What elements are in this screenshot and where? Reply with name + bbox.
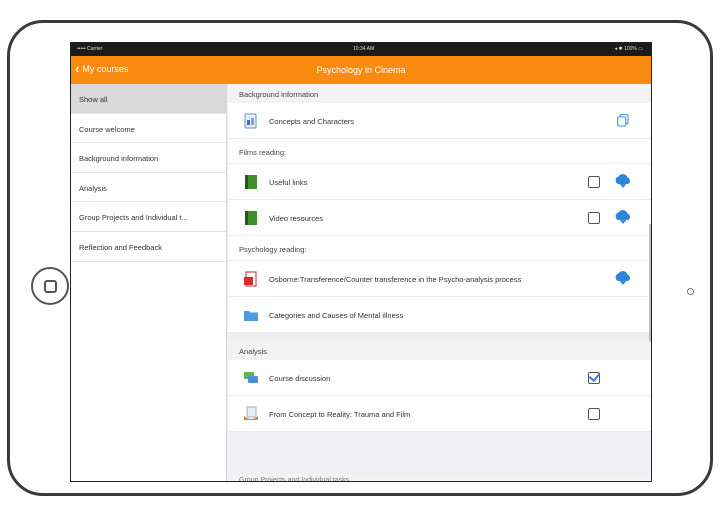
item-label: Useful links (269, 178, 308, 187)
sidebar-item-reflection[interactable]: Reflection and Feedback (71, 232, 226, 262)
list-item-concepts[interactable]: Concepts and Characters (228, 103, 651, 139)
status-bar: ••••• Carrier 10:34 AM ◂ ✱ 100% ▭ (71, 43, 651, 56)
item-label: Categories and Causes of Mental illness (269, 311, 404, 320)
list-item-osborne[interactable]: Osborne:Transference/Counter transferenc… (228, 261, 651, 297)
sidebar-item-course-welcome[interactable]: Course welcome (71, 114, 226, 144)
completion-checkbox[interactable] (588, 176, 600, 188)
camera-icon (687, 288, 694, 295)
cloud-download-icon[interactable] (614, 210, 632, 224)
section-gap (228, 333, 651, 341)
sidebar-item-background-information[interactable]: Background information (71, 143, 226, 173)
section-header-group-projects: Group Projects and Individual tasks (228, 474, 651, 481)
sidebar: Show all Course welcome Background infor… (71, 84, 227, 481)
cloud-download-icon[interactable] (614, 271, 632, 285)
label-psychology-reading: Psychology reading: (228, 236, 651, 261)
nav-bar: ‹ My courses Psychology in Cinema (71, 56, 651, 84)
list-item-video-resources[interactable]: Video resources (228, 200, 651, 236)
item-label: Osborne:Transference/Counter transferenc… (269, 275, 522, 284)
section-header-analysis: Analysis (228, 341, 651, 360)
list-item-course-discussion[interactable]: Course discussion (228, 360, 651, 396)
item-label: Video resources (269, 214, 324, 223)
folder-icon (244, 311, 258, 321)
list-item-categories[interactable]: Categories and Causes of Mental illness (228, 297, 651, 333)
status-time: 10:34 AM (353, 46, 375, 52)
item-label: From Concept to Reality: Trauma and Film (269, 410, 411, 419)
copy-icon[interactable] (617, 114, 629, 127)
course-content: Background information Concepts and Char… (228, 84, 651, 481)
sidebar-item-show-all[interactable]: Show all (71, 84, 226, 114)
forum-icon (244, 372, 258, 383)
item-label: Course discussion (269, 374, 331, 383)
status-battery: ◂ ✱ 100% ▭ (614, 46, 643, 52)
completion-checkbox[interactable] (588, 212, 600, 224)
scrollbar[interactable] (649, 224, 651, 342)
book-icon (245, 211, 257, 225)
assignment-icon (244, 406, 258, 420)
app-screen: ••••• Carrier 10:34 AM ◂ ✱ 100% ▭ ‹ My c… (70, 42, 652, 482)
completion-checkbox[interactable] (588, 408, 600, 420)
home-button[interactable] (31, 267, 69, 305)
pdf-icon (244, 271, 257, 287)
book-icon (245, 175, 257, 189)
cloud-download-icon[interactable] (614, 174, 632, 188)
section-header-background: Background information (228, 84, 651, 103)
completion-checkbox-checked[interactable] (588, 372, 600, 384)
home-square-icon (43, 279, 57, 293)
list-item-concept-to-reality[interactable]: From Concept to Reality: Trauma and Film (228, 396, 651, 432)
page-title: Psychology in Cinema (316, 65, 406, 75)
sidebar-item-group-projects[interactable]: Group Projects and Individual t... (71, 202, 226, 232)
document-icon (244, 113, 257, 129)
list-item-useful-links[interactable]: Useful links (228, 164, 651, 200)
sidebar-item-analysis[interactable]: Analysis (71, 173, 226, 203)
status-carrier: ••••• Carrier (77, 46, 103, 52)
item-label: Concepts and Characters (269, 117, 355, 126)
label-films-reading: Films reading: (228, 139, 651, 164)
